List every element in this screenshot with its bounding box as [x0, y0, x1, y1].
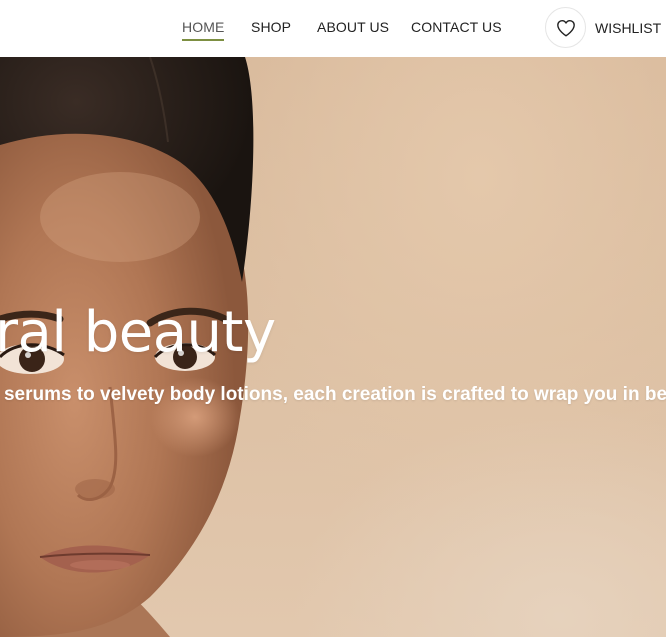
nav-about-link[interactable]: ABOUT US	[317, 19, 389, 35]
nav-active-underline	[182, 39, 225, 41]
wishlist-button[interactable]	[545, 7, 586, 48]
hero-title: ural beauty	[0, 300, 276, 365]
site-header: HOME SHOP ABOUT US CONTACT US WISHLIST	[0, 0, 666, 57]
heart-icon	[556, 19, 575, 36]
wishlist-link[interactable]: WISHLIST	[595, 20, 661, 36]
hero-subtitle: ir serums to velvety body lotions, each …	[0, 384, 666, 405]
nav-home-label: HOME	[182, 19, 225, 35]
hero-banner: ural beauty ir serums to velvety body lo…	[0, 57, 666, 637]
nav-shop-link[interactable]: SHOP	[251, 19, 291, 35]
page: HOME SHOP ABOUT US CONTACT US WISHLIST r…	[0, 0, 666, 637]
nav-contact-link[interactable]: CONTACT US	[411, 19, 502, 35]
nav-home-link[interactable]: HOME	[182, 19, 225, 41]
